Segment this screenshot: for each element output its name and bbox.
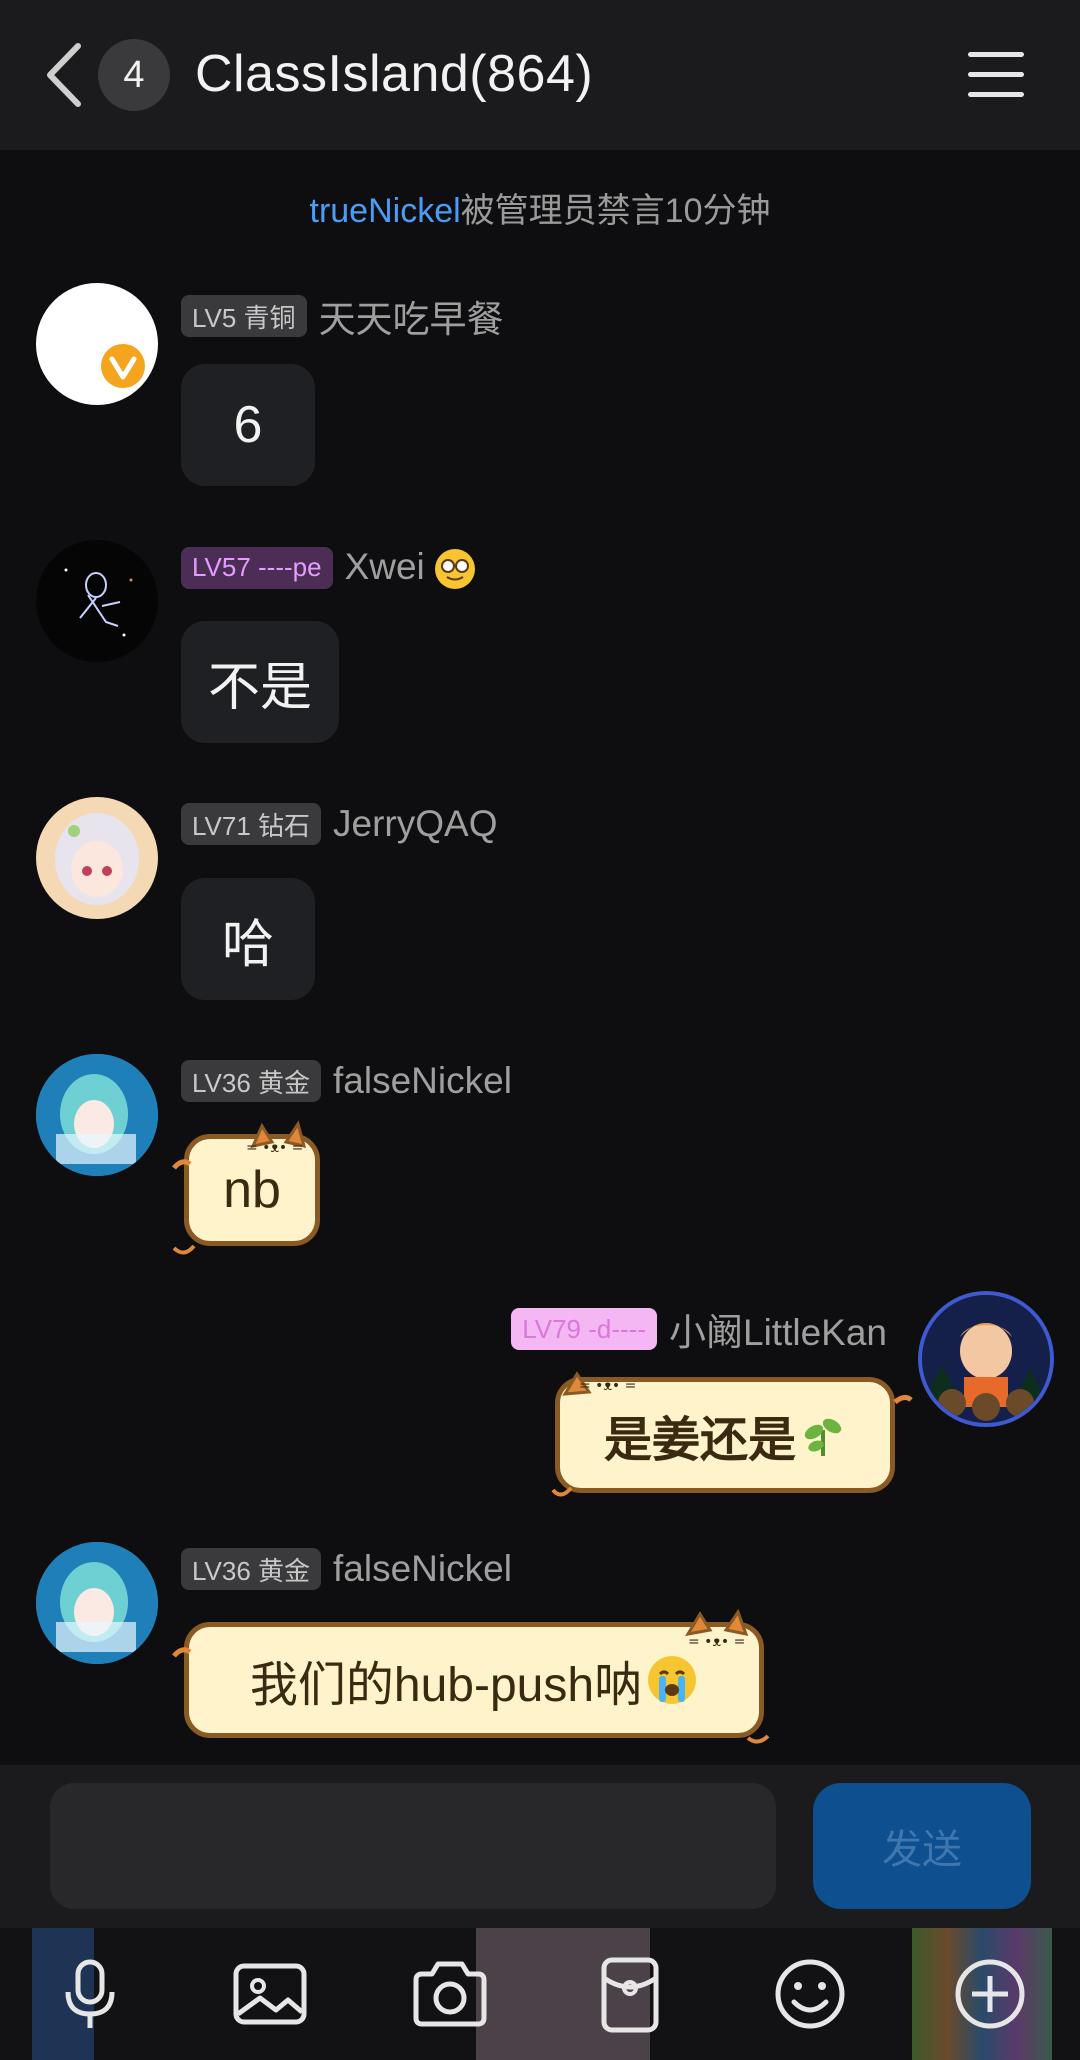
sender-name[interactable]: falseNickel: [333, 1548, 512, 1590]
message-input[interactable]: [50, 1783, 776, 1909]
sender-name[interactable]: 小阚LittleKan: [669, 1302, 887, 1356]
svg-text:= •ᴥ• =: = •ᴥ• =: [246, 1140, 303, 1156]
more-button[interactable]: [910, 1928, 1070, 2060]
message-meta: LV79 -d---- 小阚LittleKan: [511, 1302, 887, 1356]
avatar[interactable]: [36, 797, 158, 919]
message-bubble[interactable]: 6: [181, 364, 315, 486]
level-badge: LV79 -d----: [511, 1308, 657, 1350]
message-bubble[interactable]: 哈: [181, 878, 315, 1000]
camera-button[interactable]: [370, 1928, 530, 2060]
message-meta: LV57 ----pe Xwei: [181, 546, 476, 590]
unread-count-badge[interactable]: 4: [98, 39, 170, 111]
mic-icon: [65, 1959, 115, 2028]
sender-name[interactable]: Xwei: [345, 546, 476, 590]
nerd-face-emoji-icon: [435, 549, 476, 590]
chat-screen: 4 ClassIsland(864) trueNickel被管理员禁言10分钟 …: [0, 0, 1080, 2060]
hamburger-menu-icon: [968, 52, 1024, 97]
chat-title: ClassIsland(864): [195, 45, 594, 103]
message-meta: LV71 钻石 JerryQAQ: [181, 803, 498, 845]
image-icon: [233, 1963, 307, 2025]
svg-text:= •ᴥ• =: = •ᴥ• =: [579, 1378, 636, 1394]
level-badge: LV71 钻石: [181, 803, 322, 845]
level-badge: LV36 黄金: [181, 1548, 322, 1590]
red-packet-icon: [601, 1957, 659, 2033]
voice-button[interactable]: [10, 1928, 170, 2060]
camera-icon: [413, 1961, 487, 2027]
sender-name[interactable]: JerryQAQ: [333, 803, 497, 845]
image-button[interactable]: [190, 1928, 350, 2060]
miku-avatar-icon: [36, 1054, 158, 1176]
red-packet-button[interactable]: [550, 1928, 710, 2060]
cat-ears-icon: = •ᴥ• =: [551, 1371, 913, 1497]
verified-badge-icon: [101, 344, 145, 388]
chevron-left-icon: [47, 43, 81, 107]
system-notice: trueNickel被管理员禁言10分钟: [0, 183, 1080, 232]
miku-avatar-icon: [36, 1542, 158, 1664]
level-badge: LV57 ----pe: [181, 546, 333, 589]
fox-boy-avatar-icon: [922, 1295, 1050, 1423]
send-button[interactable]: 发送: [813, 1783, 1031, 1909]
message-bubble[interactable]: 不是: [181, 621, 339, 743]
level-badge: LV36 黄金: [181, 1060, 322, 1102]
message-composer: 发送: [0, 1765, 1080, 1928]
avatar[interactable]: [36, 1054, 158, 1176]
sender-name[interactable]: falseNickel: [333, 1060, 512, 1102]
svg-text:= •ᴥ• =: = •ᴥ• =: [688, 1634, 745, 1650]
menu-button[interactable]: [968, 52, 1024, 98]
message-meta: LV5 青铜 天天吃早餐: [181, 289, 504, 343]
cat-ears-icon: = •ᴥ• =: [172, 1120, 307, 1255]
level-badge: LV5 青铜: [181, 295, 307, 337]
sender-name[interactable]: 天天吃早餐: [319, 289, 504, 343]
back-button[interactable]: [40, 40, 90, 110]
avatar[interactable]: [36, 540, 158, 662]
emoji-button[interactable]: [730, 1928, 890, 2060]
plus-icon: [955, 1959, 1025, 2029]
notice-user-link[interactable]: trueNickel: [310, 192, 461, 230]
avatar[interactable]: [36, 1542, 158, 1664]
astronaut-avatar-icon: [64, 568, 133, 637]
input-toolbar: [0, 1928, 1080, 2060]
emoji-icon: [775, 1959, 845, 2029]
notice-text: 被管理员禁言10分钟: [460, 192, 771, 230]
message-meta: LV36 黄金 falseNickel: [181, 1548, 512, 1590]
avatar[interactable]: [36, 283, 158, 405]
cat-ears-icon: = •ᴥ• =: [172, 1608, 770, 1744]
chat-header: 4 ClassIsland(864): [0, 0, 1080, 150]
avatar[interactable]: [922, 1295, 1050, 1423]
message-meta: LV36 黄金 falseNickel: [181, 1060, 512, 1102]
anime-girl-avatar-icon: [55, 813, 139, 905]
